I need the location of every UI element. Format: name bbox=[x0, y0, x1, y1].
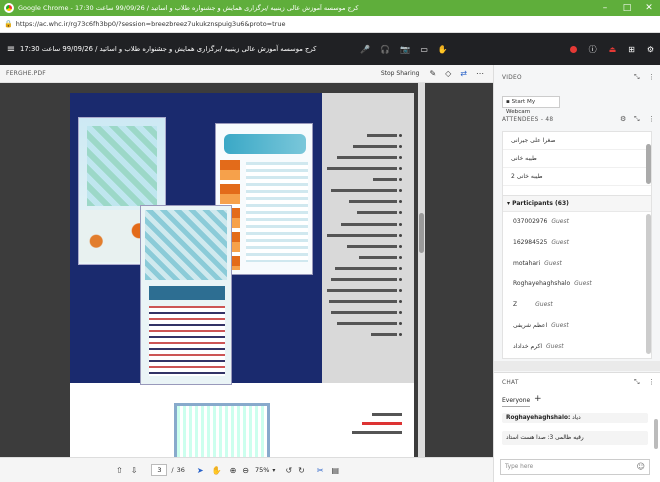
attendee-options-icon[interactable]: ⚙ bbox=[620, 115, 626, 123]
emoji-icon[interactable]: ☺ bbox=[637, 460, 645, 474]
chat-scrollbar[interactable] bbox=[654, 419, 658, 449]
chat-tab-everyone[interactable]: Everyone bbox=[502, 397, 531, 407]
presentation-toolbar: ⇧ ⇩ 3 / 36 ➤ ✋ ⊕ ⊖ 75% ▾ ↺ ↻ ✂ ▤ bbox=[0, 457, 493, 482]
session-controls: ⓘ ⏏ ⊞ ⚙ bbox=[569, 44, 654, 55]
minimize-button[interactable]: – bbox=[594, 3, 616, 13]
pod-menu-icon[interactable]: ⋮ bbox=[648, 73, 655, 81]
poster-image bbox=[140, 205, 232, 385]
list-item[interactable]: Z Guest bbox=[503, 295, 651, 316]
recording-icon[interactable] bbox=[569, 45, 577, 53]
layout-icon[interactable]: ⊞ bbox=[628, 45, 635, 54]
url-text[interactable]: https://ac.whc.ir/rg73c6fh3bp0/?session=… bbox=[16, 20, 286, 28]
participants-header[interactable]: ▾ Participants (63) bbox=[503, 196, 651, 212]
sync-icon[interactable]: ⇄ bbox=[460, 69, 467, 78]
list-item[interactable]: motahari Guest bbox=[503, 254, 651, 275]
zoom-level[interactable]: 75% bbox=[255, 466, 269, 474]
slide-scrollbar[interactable] bbox=[418, 83, 425, 457]
menu-icon[interactable]: ≡ bbox=[2, 44, 20, 55]
pencil-icon[interactable]: ✎ bbox=[429, 69, 436, 78]
rotate-left-icon[interactable]: ↺ bbox=[285, 466, 292, 475]
zoom-out-icon[interactable]: ⊖ bbox=[242, 466, 249, 475]
slide-next-page bbox=[70, 391, 414, 457]
attendees-title: ATTENDEES - 48 bbox=[502, 117, 554, 123]
list-item[interactable]: Roghayehaghshalo Guest bbox=[503, 274, 651, 295]
list-item[interactable]: طیبه خانی bbox=[503, 150, 651, 168]
chat-pod-title: CHAT bbox=[502, 380, 519, 386]
minimize-pod-icon[interactable]: ⤡ bbox=[634, 115, 640, 124]
presentation-pod: FERGHE.PDF Stop Sharing ✎ ◇ ⇄ ⋯ ⇧ ⇩ 3 / … bbox=[0, 65, 493, 482]
share-screen-icon[interactable]: ▭ bbox=[420, 45, 428, 54]
slide-canvas[interactable] bbox=[0, 83, 493, 457]
hand-tool-icon[interactable]: ✋ bbox=[212, 466, 222, 475]
side-panel: VIDEO ⤡ ⋮ ▪ Start My Webcam ATTENDEES - … bbox=[493, 65, 660, 482]
pod-menu-icon[interactable]: ⋮ bbox=[648, 378, 655, 386]
info-icon[interactable]: ⓘ bbox=[589, 44, 597, 55]
chat-message: رقیه ظالمی 3: صدا هست استاد bbox=[502, 431, 648, 445]
list-item[interactable]: 162984525 Guest bbox=[503, 233, 651, 254]
page-total: 36 bbox=[176, 466, 185, 474]
start-webcam-button[interactable]: ▪ Start My Webcam bbox=[502, 96, 560, 115]
slide-page bbox=[70, 93, 414, 457]
attendee-scrollbar[interactable] bbox=[646, 144, 651, 184]
list-item[interactable]: اعظم شریفی Guest bbox=[503, 316, 651, 337]
meeting-title: 17:30 کرج موسسه آموزش عالی زینبیه /برگزا… bbox=[20, 45, 317, 53]
decorative-frame bbox=[174, 403, 270, 457]
download-icon[interactable]: ▤ bbox=[332, 466, 340, 475]
slide-text-list bbox=[324, 131, 402, 345]
next-page-icon[interactable]: ⇩ bbox=[131, 466, 138, 475]
chat-pod: CHAT ⤡ ⋮ Everyone + Roghayehaghshalo: دی… bbox=[494, 372, 660, 482]
minimize-pod-icon[interactable]: ⤡ bbox=[634, 73, 640, 82]
participants-group: ▾ Participants (63) 037002976 Guest 16298… bbox=[502, 195, 652, 359]
window-title: Google Chrome - 17:30 کرج موسسه آموزش عا… bbox=[18, 4, 359, 12]
minimize-pod-icon[interactable]: ⤡ bbox=[634, 378, 640, 387]
webcam-icon: ▪ bbox=[506, 99, 510, 105]
presentation-header: FERGHE.PDF Stop Sharing ✎ ◇ ⇄ ⋯ bbox=[0, 65, 493, 83]
stop-sharing-button[interactable]: Stop Sharing bbox=[381, 70, 420, 77]
previous-page-icon[interactable]: ⇧ bbox=[116, 466, 123, 475]
media-controls: 🎤 🎧 📷 ▭ ✋ bbox=[360, 45, 447, 54]
shape-icon[interactable]: ◇ bbox=[445, 69, 451, 78]
leave-icon[interactable]: ⏏ bbox=[609, 45, 617, 54]
list-item[interactable]: صغرا علی جیرانی bbox=[503, 132, 651, 150]
chat-message: Roghayehaghshalo: دیاد bbox=[502, 413, 648, 423]
zoom-in-icon[interactable]: ⊕ bbox=[230, 466, 237, 475]
video-pod-title: VIDEO bbox=[502, 75, 522, 81]
close-window-button[interactable]: ✕ bbox=[638, 3, 660, 13]
microphone-icon[interactable]: 🎤 bbox=[360, 45, 370, 54]
pod-menu-icon[interactable]: ⋮ bbox=[648, 115, 655, 123]
list-item[interactable]: 037002976 Guest bbox=[503, 212, 651, 233]
pointer-icon[interactable]: ➤ bbox=[197, 466, 204, 475]
chat-input[interactable]: Type here ☺ bbox=[500, 459, 650, 475]
lock-icon: 🔒 bbox=[4, 20, 13, 28]
headset-icon[interactable]: 🎧 bbox=[380, 45, 390, 54]
panel-resize-handle[interactable] bbox=[494, 361, 660, 371]
list-item[interactable]: طیبه خانی 2 bbox=[503, 168, 651, 186]
settings-icon[interactable]: ⚙ bbox=[647, 45, 654, 54]
camera-icon[interactable]: 📷 bbox=[400, 45, 410, 54]
browser-titlebar: Google Chrome - 17:30 کرج موسسه آموزش عا… bbox=[0, 0, 660, 16]
add-chat-tab-icon[interactable]: + bbox=[534, 394, 542, 404]
meeting-topbar: ≡ 17:30 کرج موسسه آموزش عالی زینبیه /برگ… bbox=[0, 33, 660, 65]
chrome-logo-icon bbox=[4, 3, 14, 13]
raise-hand-icon[interactable]: ✋ bbox=[438, 45, 448, 54]
page-number-input[interactable]: 3 bbox=[151, 464, 168, 476]
chevron-down-icon[interactable]: ▾ bbox=[272, 467, 275, 474]
options-icon[interactable]: ⋯ bbox=[476, 69, 484, 78]
window-controls: – □ ✕ bbox=[594, 3, 660, 13]
rotate-right-icon[interactable]: ↻ bbox=[298, 466, 305, 475]
maximize-button[interactable]: □ bbox=[616, 3, 638, 13]
fit-width-icon[interactable]: ✂ bbox=[317, 466, 324, 475]
presentation-file-name: FERGHE.PDF bbox=[6, 70, 46, 77]
slide-dark-area bbox=[70, 93, 322, 385]
address-bar[interactable]: 🔒 https://ac.whc.ir/rg73c6fh3bp0/?sessio… bbox=[0, 16, 660, 33]
list-item[interactable]: اکرم خداداد Guest bbox=[503, 337, 651, 358]
participants-scrollbar[interactable] bbox=[646, 214, 651, 354]
